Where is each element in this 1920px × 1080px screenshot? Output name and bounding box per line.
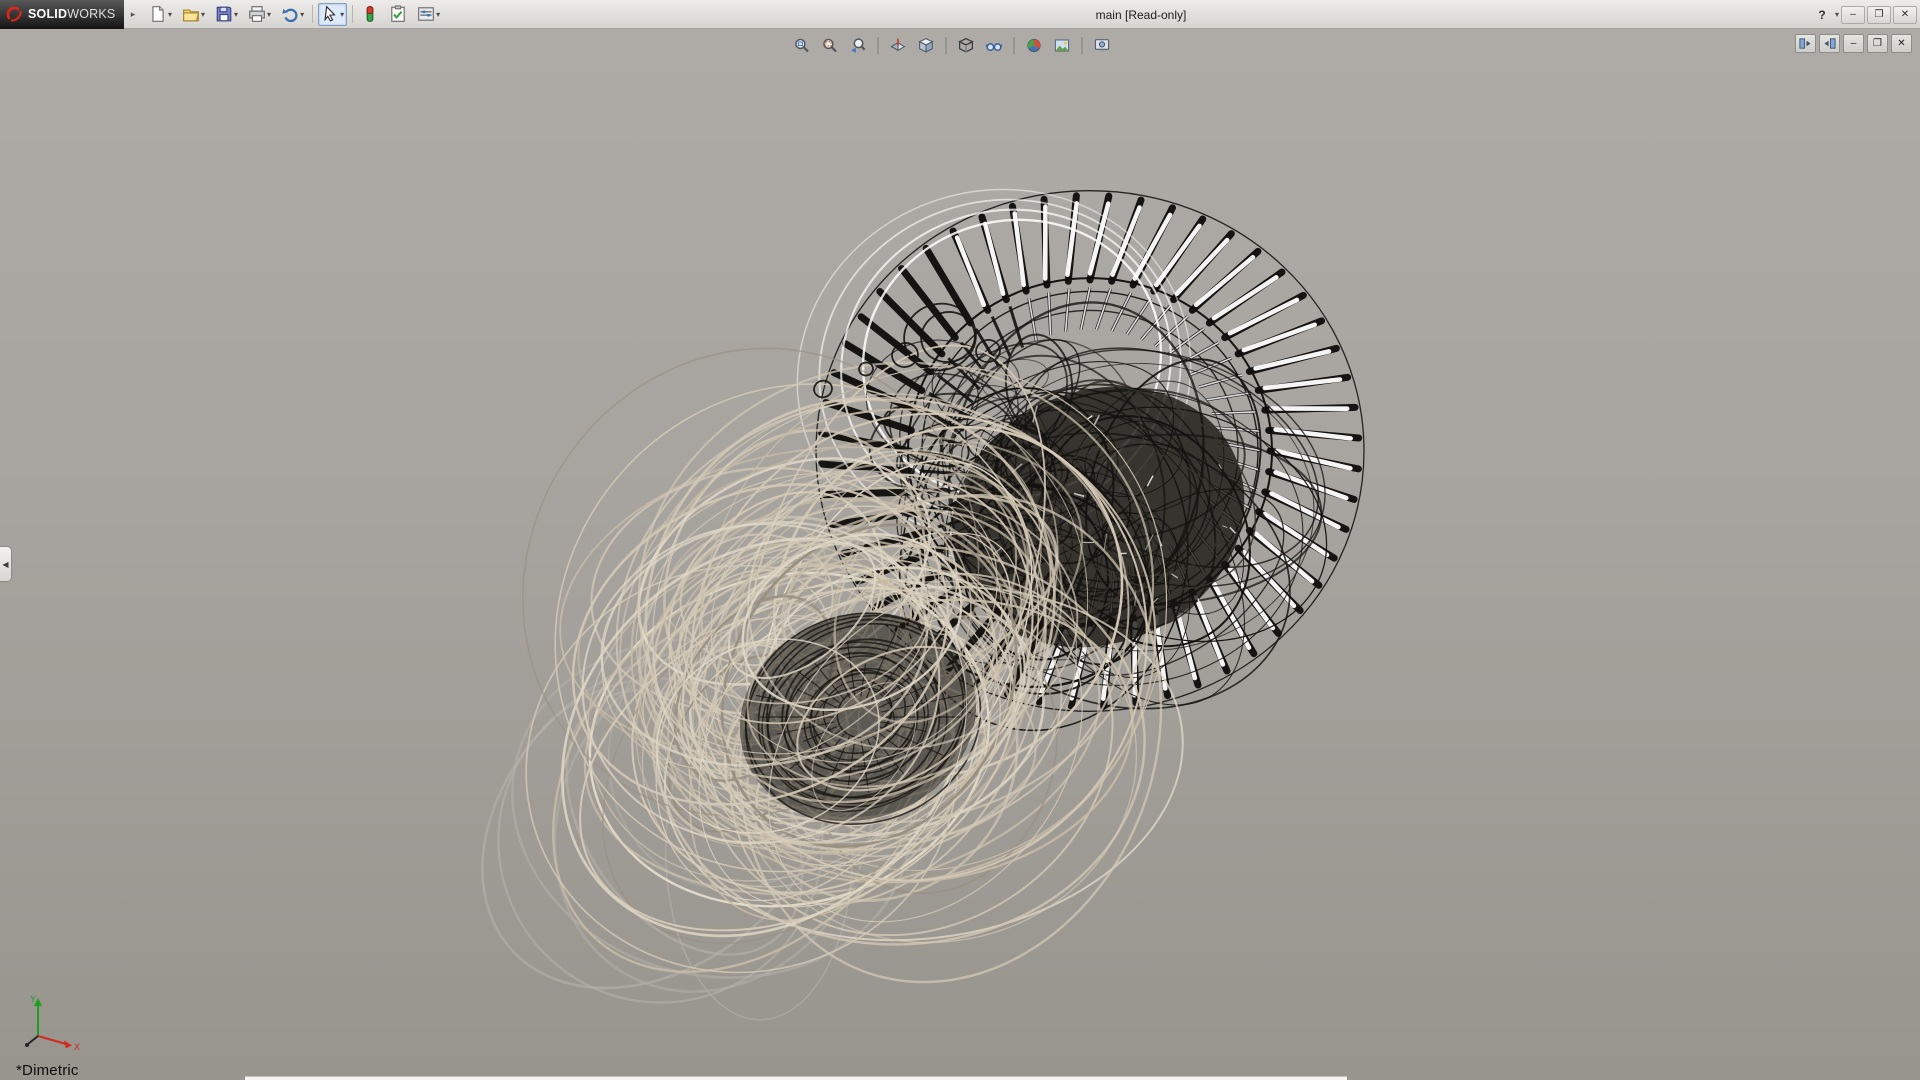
undo-icon	[281, 5, 299, 23]
dropdown-arrow[interactable]: ▾	[300, 10, 304, 19]
display-style-button[interactable]	[955, 34, 978, 56]
scene-icon	[1054, 37, 1071, 54]
new-document-button[interactable]: ▾	[146, 3, 175, 26]
view-orientation-button[interactable]	[915, 34, 938, 56]
view-settings-button[interactable]	[1091, 34, 1114, 56]
open-icon	[182, 5, 200, 23]
dropdown-arrow[interactable]: ▾	[201, 10, 205, 19]
headsup-separator	[1082, 37, 1083, 54]
headsup-separator	[1014, 37, 1015, 54]
doc-minimize-button[interactable]: –	[1843, 34, 1864, 53]
undo-button[interactable]: ▾	[278, 3, 307, 26]
new-document-icon	[149, 5, 167, 23]
brand-text: SOLIDWORKS	[28, 7, 115, 21]
zoom-to-fit-icon	[794, 37, 811, 54]
brand-light: WORKS	[67, 7, 115, 21]
headsup-toolbar	[791, 34, 1114, 56]
titlebar: SOLIDWORKS ▸ ▾ ▾ ▾ ▾ ▾	[0, 0, 1920, 29]
select-cursor-icon	[321, 5, 339, 23]
headsup-separator	[946, 37, 947, 54]
clipboard-icon	[389, 5, 407, 23]
pane-right-button[interactable]	[1819, 34, 1840, 53]
doc-close-button[interactable]: ✕	[1891, 34, 1912, 53]
dropdown-arrow[interactable]: ▾	[267, 10, 271, 19]
selection-filter-button[interactable]	[358, 3, 382, 26]
window-title: main [Read-only]	[1036, 0, 1246, 29]
zoom-to-area-icon	[822, 37, 839, 54]
glasses-icon	[986, 37, 1003, 54]
hide-show-items-button[interactable]	[983, 34, 1006, 56]
edit-appearance-button[interactable]	[1023, 34, 1046, 56]
options-button[interactable]: ▾	[414, 3, 443, 26]
help-button[interactable]: ?	[1812, 5, 1832, 24]
view-settings-icon	[1094, 37, 1111, 54]
ds-logo-icon	[5, 5, 23, 23]
doc-restore-button[interactable]: ❐	[1867, 34, 1888, 53]
print-button[interactable]: ▾	[245, 3, 274, 26]
open-button[interactable]: ▾	[179, 3, 208, 26]
zoom-to-fit-button[interactable]	[791, 34, 814, 56]
dropdown-arrow[interactable]: ▾	[340, 10, 344, 19]
previous-view-icon	[850, 37, 867, 54]
menu-expander-chevron[interactable]: ▸	[126, 4, 140, 24]
toolbar-separator	[312, 5, 313, 23]
turbine-engine-wireframe	[0, 29, 1920, 1080]
previous-view-button[interactable]	[847, 34, 870, 56]
save-button[interactable]: ▾	[212, 3, 241, 26]
brand-bold: SOLID	[28, 7, 67, 21]
toolbar-separator	[352, 5, 353, 23]
reference-triad: Y X	[20, 990, 84, 1054]
view-orientation-icon	[918, 37, 935, 54]
select-button[interactable]: ▾	[318, 3, 347, 26]
apply-scene-button[interactable]	[1051, 34, 1074, 56]
triad-x-label: X	[74, 1042, 80, 1052]
pane-left-button[interactable]	[1795, 34, 1816, 53]
headsup-separator	[878, 37, 879, 54]
close-button[interactable]: ✕	[1893, 6, 1917, 24]
status-bar-fragment	[245, 1076, 1347, 1080]
pane-left-icon	[1798, 36, 1813, 51]
solidworks-logo: SOLIDWORKS	[0, 0, 124, 29]
help-dropdown-arrow[interactable]: ▾	[1835, 10, 1839, 19]
maximize-button[interactable]: ❐	[1867, 6, 1891, 24]
section-view-button[interactable]	[887, 34, 910, 56]
triad-y-label: Y	[30, 994, 36, 1004]
pane-right-icon	[1822, 36, 1837, 51]
dropdown-arrow[interactable]: ▾	[234, 10, 238, 19]
section-view-icon	[890, 37, 907, 54]
save-icon	[215, 5, 233, 23]
view-orientation-label: *Dimetric	[16, 1062, 79, 1079]
options-icon	[417, 5, 435, 23]
dropdown-arrow[interactable]: ▾	[168, 10, 172, 19]
minimize-button[interactable]: –	[1841, 6, 1865, 24]
document-window-controls: – ❐ ✕	[1795, 34, 1912, 53]
window-controls: ? ▾ – ❐ ✕	[1812, 0, 1917, 29]
display-style-icon	[958, 37, 975, 54]
selection-filter-icon	[361, 5, 379, 23]
appearance-sphere-icon	[1026, 37, 1043, 54]
clipboard-properties-button[interactable]	[386, 3, 410, 26]
viewport-canvas[interactable]: – ❐ ✕ ◀ Y X *Dimetric	[0, 29, 1920, 1080]
dropdown-arrow[interactable]: ▾	[436, 10, 440, 19]
featuremanager-collapsed-tab[interactable]: ◀	[0, 546, 12, 582]
zoom-to-area-button[interactable]	[819, 34, 842, 56]
print-icon	[248, 5, 266, 23]
